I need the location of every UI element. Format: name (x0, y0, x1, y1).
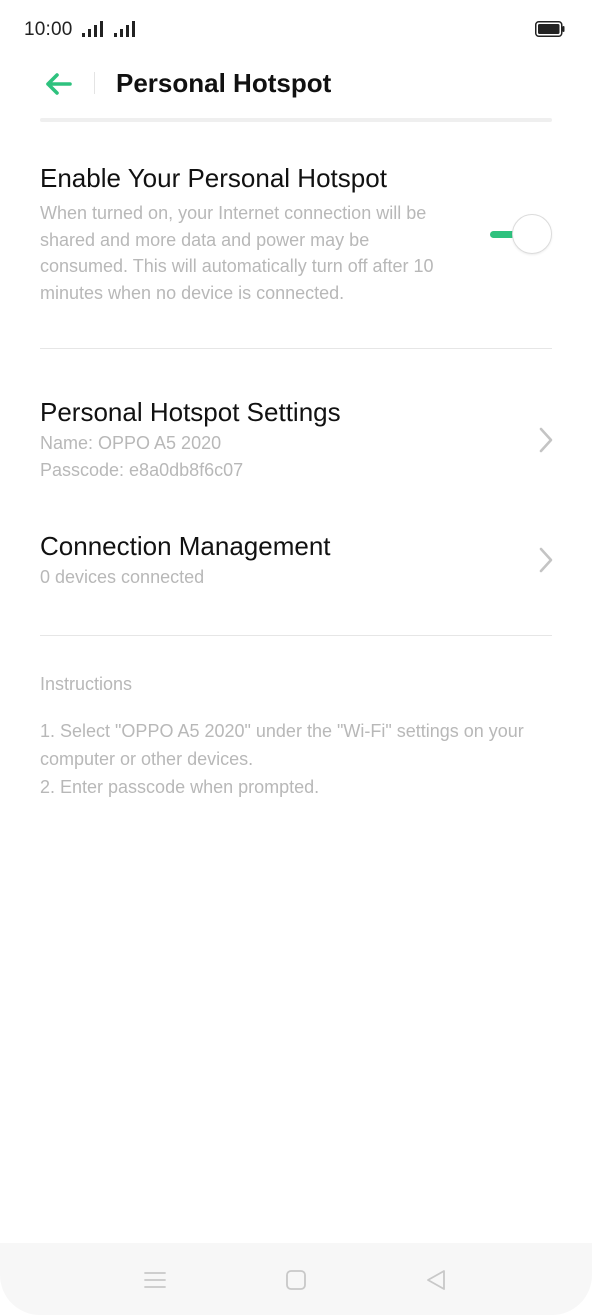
instructions-body: 1. Select "OPPO A5 2020" under the "Wi-F… (40, 717, 552, 801)
hotspot-settings-title: Personal Hotspot Settings (40, 397, 341, 427)
toggle-knob (512, 214, 552, 254)
home-button[interactable] (281, 1265, 311, 1295)
chevron-right-icon (539, 427, 553, 453)
hotspot-settings-row[interactable]: Personal Hotspot Settings Name: OPPO A5 … (40, 394, 553, 494)
hotspot-passcode: Passcode: e8a0db8f6c07 (40, 460, 244, 480)
page-title: Personal Hotspot (116, 68, 332, 98)
signal-strength-icon (82, 21, 103, 37)
chevron-right-icon (539, 547, 553, 573)
status-bar: 10:00 (0, 0, 592, 60)
instruction-step-2: 2. Enter passcode when prompted. (40, 777, 320, 797)
enable-hotspot-toggle[interactable] (488, 212, 554, 254)
instructions-heading: Instructions (40, 674, 133, 694)
instruction-step-1: 1. Select "OPPO A5 2020" under the "Wi-F… (40, 721, 524, 769)
header: Personal Hotspot (0, 60, 592, 118)
connection-management-title: Connection Management (40, 531, 331, 561)
enable-hotspot-description: When turned on, your Internet connection… (40, 203, 434, 303)
home-icon (286, 1270, 306, 1290)
hotspot-name: Name: OPPO A5 2020 (40, 433, 222, 453)
back-triangle-icon (427, 1270, 445, 1290)
header-divider (94, 72, 95, 94)
connection-management-row[interactable]: Connection Management 0 devices connecte… (40, 528, 553, 598)
header-scroll-rule (40, 118, 552, 122)
arrow-left-icon (46, 73, 72, 95)
divider (40, 348, 552, 349)
status-time: 10:00 (24, 19, 73, 40)
divider (40, 635, 552, 636)
system-nav-bar (0, 1243, 592, 1315)
devices-connected-count: 0 devices connected (40, 567, 205, 587)
enable-hotspot-title: Enable Your Personal Hotspot (40, 163, 387, 193)
back-button[interactable] (38, 64, 78, 104)
recent-apps-button[interactable] (140, 1265, 170, 1295)
battery-icon (535, 21, 565, 37)
menu-icon (144, 1272, 166, 1288)
signal-strength-icon-sim2 (114, 21, 135, 37)
enable-hotspot-row: Enable Your Personal Hotspot When turned… (40, 160, 552, 310)
system-back-button[interactable] (421, 1265, 451, 1295)
